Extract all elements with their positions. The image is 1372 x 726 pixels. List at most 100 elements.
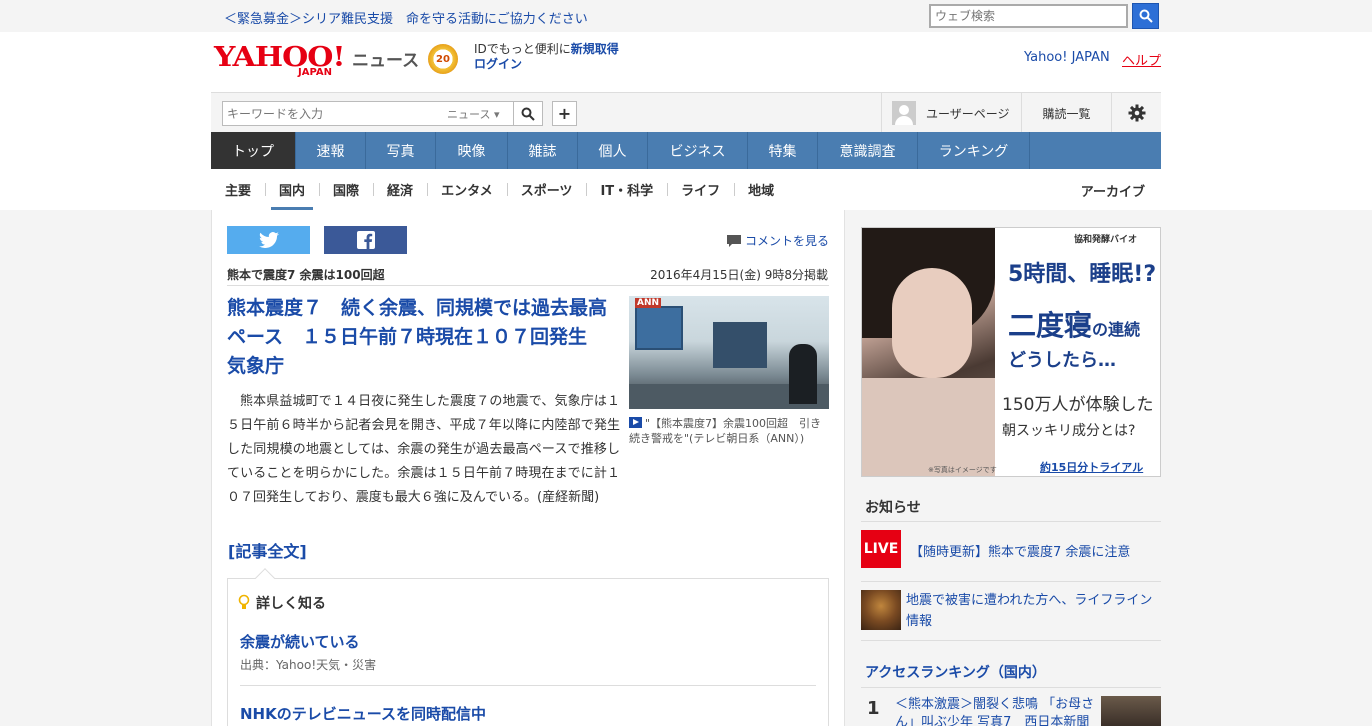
article-headline[interactable]: 熊本震度７ 続く余震、同規模では過去最高ペース １５日午前７時現在１０７回発生 …	[227, 294, 612, 381]
nav-tab[interactable]: トップ	[211, 132, 296, 169]
help-link[interactable]: ヘルプ	[1122, 50, 1161, 69]
comment-link[interactable]: コメントを見る	[726, 232, 829, 249]
ad-copy: 150万人が体験した	[1002, 395, 1154, 415]
divider	[861, 687, 1161, 688]
search-category-select[interactable]: ニュース ▾	[447, 106, 499, 122]
article-body: 熊本県益城町で１４日夜に発生した震度７の地震で、気象庁は１５日午前６時半から記者…	[227, 394, 620, 505]
learn-item-link[interactable]: 余震が続いている	[240, 631, 360, 652]
yahoo-japan-link[interactable]: Yahoo! JAPAN	[1024, 50, 1110, 65]
search-row: ニュース ▾ + ユーザーページ 購読一覧	[211, 92, 1161, 133]
settings-button[interactable]	[1111, 93, 1161, 133]
nav-tab[interactable]: 意識調査	[818, 132, 918, 169]
ad-headline-main-text: 二度寝	[1008, 309, 1093, 342]
nav-tab[interactable]: ランキング	[918, 132, 1030, 169]
facebook-icon	[356, 231, 375, 249]
category-tab[interactable]: スポーツ	[506, 169, 587, 210]
nav-tab[interactable]: ビジネス	[648, 132, 748, 169]
video-caption-text: "【熊本震度7】余震100回超 引き続き警戒を"(テレビ朝日系（ANN）)	[629, 417, 822, 445]
nav-tab[interactable]: 個人	[578, 132, 648, 169]
ad-headline: 5時間、睡眠!?	[1008, 262, 1157, 287]
full-article-link[interactable]: [記事全文]	[228, 538, 307, 562]
notice-item-link[interactable]: 【随時更新】熊本で震度7 余震に注意	[910, 541, 1130, 560]
anniversary-badge-icon: 20	[428, 44, 458, 74]
ad-headline-suffix: の連続	[1092, 320, 1141, 339]
notice-thumbnail	[861, 590, 901, 630]
ad-subheadline: どうしたら…	[1008, 350, 1116, 371]
ranking-number: 1	[867, 698, 880, 719]
article: コメントを見る 熊本で震度7 余震は100回超 2016年4月15日(金) 9時…	[211, 210, 845, 726]
play-icon	[629, 417, 642, 428]
nav-tab[interactable]: 写真	[366, 132, 436, 169]
photo-person	[789, 344, 817, 404]
divider	[227, 285, 829, 286]
divider	[861, 521, 1161, 522]
login-promo: IDでもっと便利に新規取得 ログイン	[474, 42, 619, 72]
ad-copy: 朝スッキリ成分とは?	[1002, 423, 1136, 439]
ad-headline-main: 二度寝の連続	[1008, 304, 1140, 344]
category-tab[interactable]: 国際	[319, 169, 373, 210]
user-page-label: ユーザーページ	[926, 106, 1010, 121]
photo-screen	[635, 306, 683, 350]
login-link[interactable]: ログイン	[474, 57, 619, 72]
signup-link[interactable]: 新規取得	[571, 42, 619, 56]
nav-tab[interactable]: 映像	[436, 132, 508, 169]
ranking-heading[interactable]: アクセスランキング（国内）	[865, 662, 1046, 682]
category-tab[interactable]: 経済	[373, 169, 427, 210]
twitter-share-button[interactable]	[227, 226, 310, 254]
category-tab[interactable]: 国内	[265, 169, 319, 210]
ad-photo-face	[892, 268, 972, 378]
learn-item-link[interactable]: NHKのテレビニュースを同時配信中	[240, 703, 486, 724]
news-video-thumbnail[interactable]: ANN	[629, 296, 829, 409]
twitter-icon	[258, 232, 279, 248]
broadcaster-logo: ANN	[635, 298, 662, 308]
ad-photo-note: ※写真はイメージです	[928, 466, 997, 474]
video-caption-link[interactable]: "【熊本震度7】余震100回超 引き続き警戒を"(テレビ朝日系（ANN）)	[629, 416, 829, 446]
ranking-thumbnail	[1101, 696, 1161, 726]
web-search-button[interactable]	[1132, 3, 1159, 29]
user-page-link[interactable]: ユーザーページ	[881, 93, 1021, 133]
category-nav: 主要 国内 国際 経済 エンタメ スポーツ IT・科学 ライフ 地域 アーカイブ	[211, 169, 1161, 210]
keyword-search-button[interactable]	[513, 101, 543, 126]
search-icon	[1139, 9, 1153, 23]
avatar	[892, 101, 916, 125]
topic-title: 熊本で震度7 余震は100回超	[227, 268, 385, 282]
ad-model-photo	[862, 228, 995, 476]
category-tab[interactable]: IT・科学	[586, 169, 667, 210]
divider	[861, 640, 1161, 641]
subscriptions-label: 購読一覧	[1042, 106, 1091, 121]
live-badge: LIVE	[861, 530, 901, 568]
ad-cta-link[interactable]: 約15日分トライアル>>	[1040, 459, 1160, 476]
nav-tab[interactable]: 速報	[296, 132, 366, 169]
notice-item-link[interactable]: 地震で被害に遭われた方へ、ライフライン情報	[906, 590, 1161, 632]
category-tab[interactable]: ライフ	[667, 169, 734, 210]
gear-icon	[1128, 104, 1145, 122]
publish-date: 2016年4月15日(金) 9時8分掲載	[650, 268, 828, 282]
plus-icon: +	[557, 104, 572, 123]
divider	[861, 581, 1161, 582]
learn-box-notch	[255, 568, 275, 588]
category-tab[interactable]: 地域	[734, 169, 788, 210]
advertisement-banner[interactable]: ※写真はイメージです 協和発酵バイオ 5時間、睡眠!? 二度寝の連続 どうしたら…	[861, 227, 1161, 477]
learn-more-title-text: 詳しく知る	[256, 596, 326, 612]
nav-tab[interactable]: 特集	[748, 132, 818, 169]
learn-item-source: 出典：Yahoo!天気・災害	[240, 658, 377, 672]
subscriptions-link[interactable]: 購読一覧	[1021, 93, 1111, 133]
add-button[interactable]: +	[552, 101, 577, 126]
photo-screen	[713, 322, 767, 368]
category-tab[interactable]: エンタメ	[427, 169, 507, 210]
comment-icon	[727, 234, 741, 247]
lightbulb-icon	[238, 594, 250, 609]
promo-text: IDでもっと便利に	[474, 42, 571, 56]
ranking-item-link[interactable]: ＜熊本激震＞闇裂く悲鳴 「お母さん」叫ぶ少年 写真7 西日本新聞	[895, 696, 1095, 726]
web-search-input[interactable]	[929, 4, 1128, 28]
top-strip	[0, 0, 1372, 32]
nav-tab[interactable]: 雑誌	[508, 132, 578, 169]
category-tab[interactable]: 主要	[211, 169, 265, 210]
yahoo-news-logo[interactable]: YAHOO! JAPAN ニュース	[214, 40, 424, 80]
archive-link[interactable]: アーカイブ	[1081, 181, 1145, 200]
facebook-share-button[interactable]	[324, 226, 407, 254]
logo-japan-text: JAPAN	[298, 67, 332, 78]
divider	[240, 685, 816, 686]
search-icon	[521, 107, 535, 121]
emergency-donation-link[interactable]: ＜緊急募金＞シリア難民支援 命を守る活動にご協力ください	[224, 8, 588, 27]
